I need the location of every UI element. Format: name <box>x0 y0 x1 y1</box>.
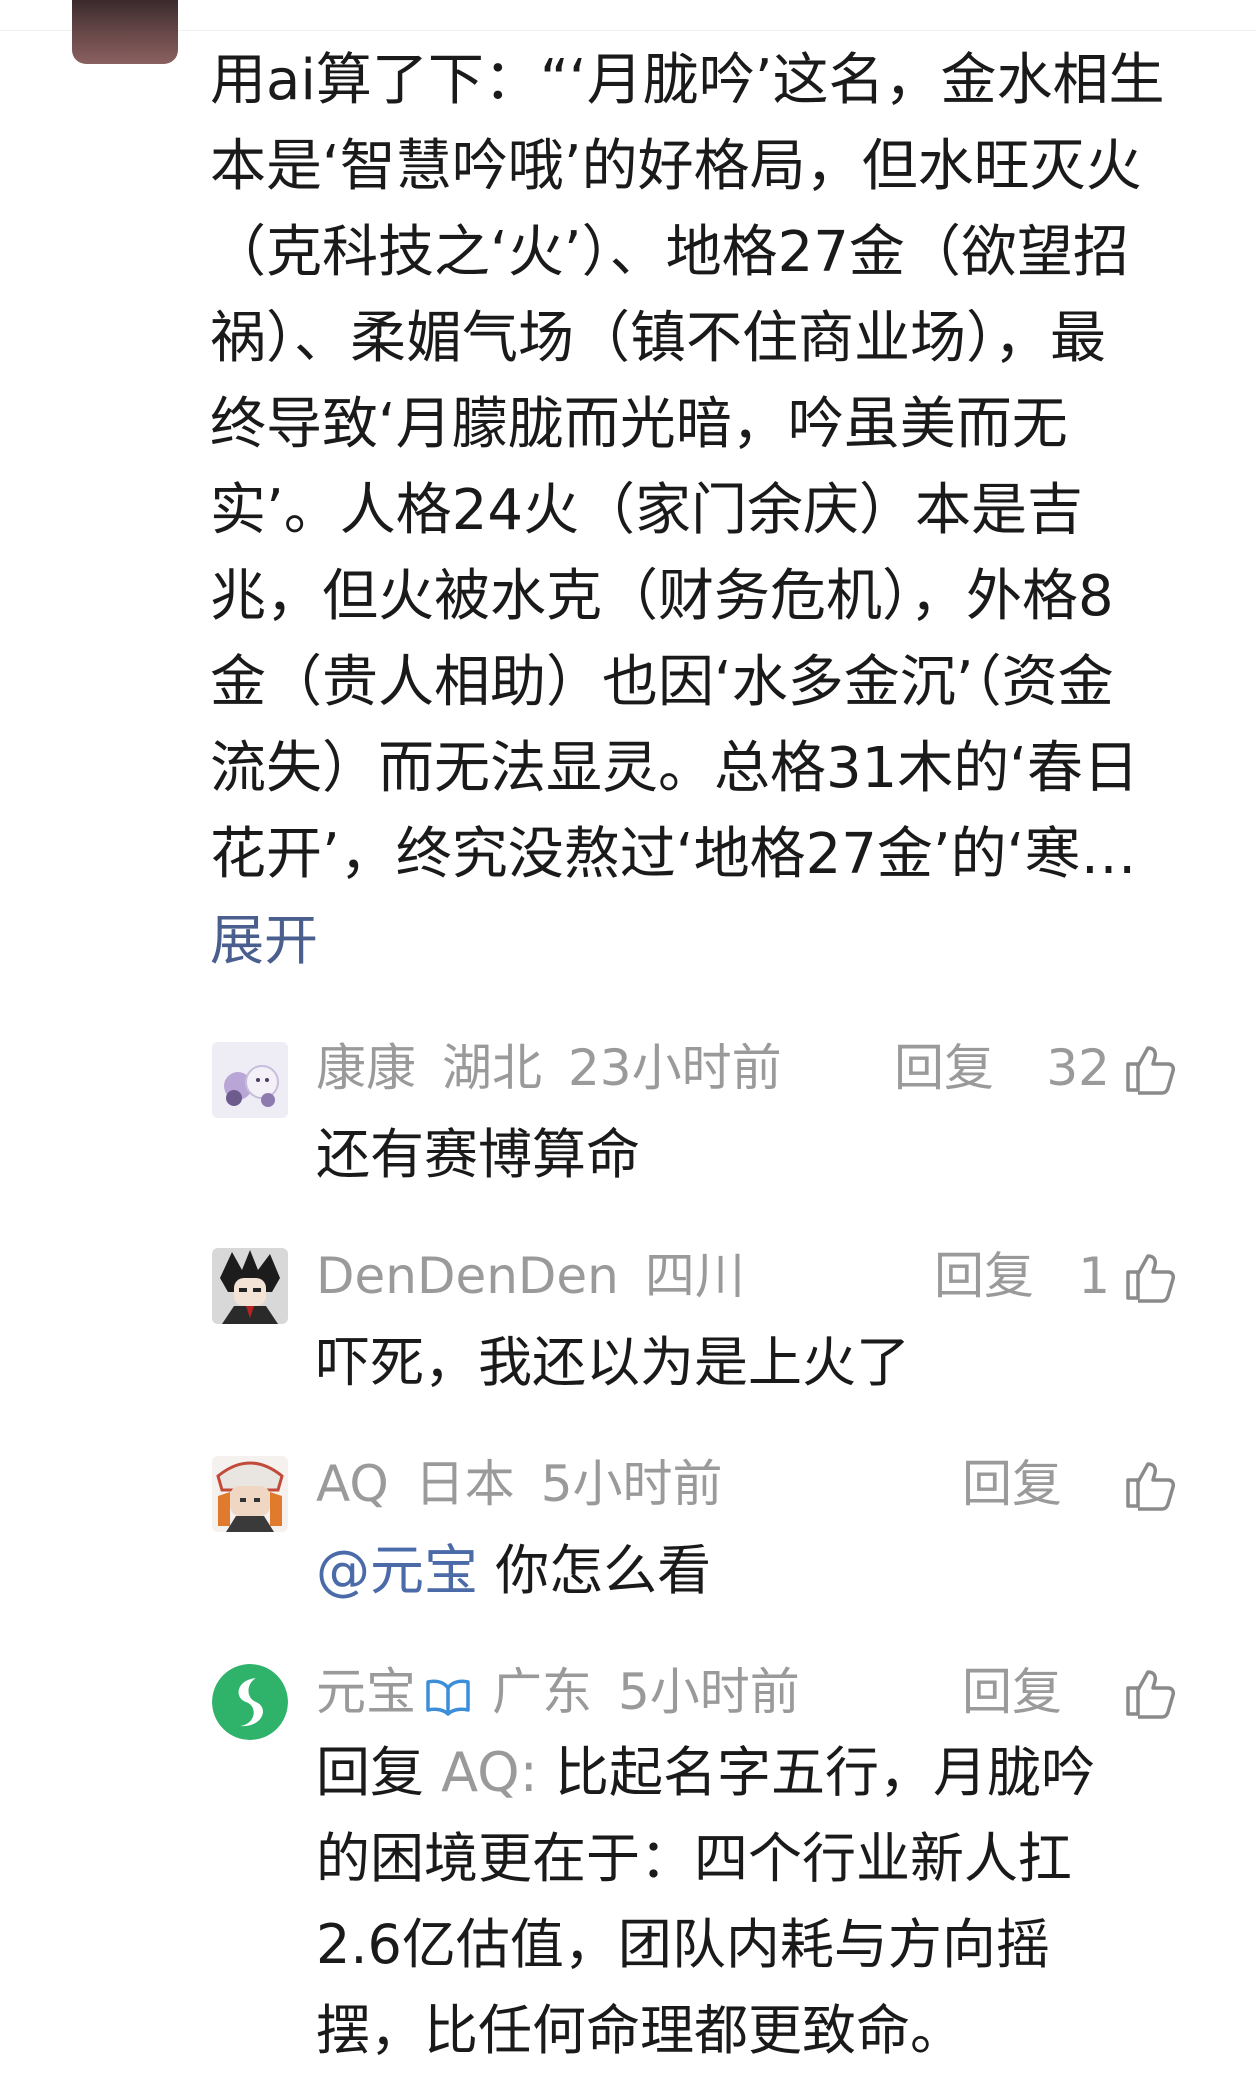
reply-text: 还有赛博算命 <box>316 1123 640 1186</box>
main-comment-text: 用ai算了下：“‘月胧吟’这名，金水相生 本是‘智慧吟哦’的好格局，但水旺灭火 … <box>210 38 1200 898</box>
reply-meta: 康康 湖北 23小时前 <box>316 1036 808 1100</box>
avatar[interactable] <box>212 1456 288 1532</box>
reply-meta: DenDenDen 四川 <box>316 1244 797 1308</box>
commenter-avatar[interactable] <box>72 0 178 64</box>
comment-line: 用ai算了下：“‘月胧吟’这名，金水相生 <box>210 48 1165 113</box>
avatar-anime-character-icon <box>212 1456 288 1532</box>
reply-text-line: 的困境更在于：四个行业新人扛 <box>316 1827 1072 1890</box>
reply-meta: AQ 日本 5小时前 <box>316 1452 749 1516</box>
comment-line: 金（贵人相助）也因‘水多金沉’（资金 <box>210 650 1114 715</box>
avatar[interactable] <box>212 1042 288 1118</box>
comment-line: 祸）、柔媚气场（镇不住商业场），最 <box>210 306 1106 371</box>
location: 日本 <box>414 1455 515 1513</box>
avatar-anime-character-icon <box>212 1248 288 1324</box>
top-divider <box>0 30 1256 31</box>
reply-text-line: 摆，比任何命理都更致命。 <box>316 1999 964 2062</box>
reply-button[interactable]: 回复 <box>962 1660 1062 1724</box>
location: 四川 <box>644 1247 745 1305</box>
reply-text-body: 比起名字五行，月胧吟 <box>537 1741 1096 1804</box>
comment-line: 流失）而无法显灵。总格31木的‘春日 <box>210 736 1140 801</box>
reply-text-line: 2.6亿估值，团队内耗与方向摇 <box>316 1913 1050 1976</box>
timestamp: 5小时前 <box>540 1455 723 1513</box>
reply-button[interactable]: 回复 <box>962 1452 1062 1516</box>
comment-line: 实’。人格24火（家门余庆）本是吉 <box>210 478 1084 543</box>
reply-text: @元宝 你怎么看 <box>316 1528 711 1614</box>
reply-text: 吓死，我还以为是上火了 <box>316 1331 910 1394</box>
open-book-badge-icon <box>426 1679 470 1716</box>
location: 湖北 <box>442 1039 542 1097</box>
reply-meta: 元宝 广东 5小时前 <box>316 1660 826 1724</box>
reply-button[interactable]: 回复 <box>894 1036 994 1100</box>
reply-prefix: 回复 <box>316 1741 442 1804</box>
thumbs-up-icon[interactable] <box>1122 1248 1178 1304</box>
timestamp: 23小时前 <box>568 1039 782 1097</box>
yuanbao-logo-icon <box>212 1664 288 1740</box>
username[interactable]: AQ <box>316 1455 389 1513</box>
reply-text-body: 你怎么看 <box>478 1539 712 1602</box>
comment-line: 花开’，终究没熬过‘地格27金’的‘寒… <box>210 822 1137 887</box>
comment-line: 终导致‘月朦胧而光暗，吟虽美而无 <box>210 392 1068 457</box>
avatar[interactable] <box>212 1664 288 1740</box>
comment-line: （克科技之‘火’）、地格27金（欲望招 <box>210 220 1129 285</box>
avatar[interactable] <box>212 1248 288 1324</box>
thumbs-up-icon[interactable] <box>1122 1664 1178 1720</box>
comment-line: 本是‘智慧吟哦’的好格局，但水旺灭火 <box>210 134 1142 199</box>
username[interactable]: 元宝 <box>316 1663 416 1721</box>
thumbs-up-icon[interactable] <box>1122 1456 1178 1512</box>
username[interactable]: DenDenDen <box>316 1247 619 1305</box>
avatar-anime-figures-icon <box>212 1042 288 1118</box>
reply-target[interactable]: AQ: <box>441 1741 538 1804</box>
like-count: 1 <box>1078 1247 1110 1305</box>
reply-button[interactable]: 回复 <box>934 1244 1034 1308</box>
mention-link[interactable]: @元宝 <box>316 1539 478 1602</box>
like-count: 32 <box>1046 1039 1110 1097</box>
expand-link[interactable]: 展开 <box>210 898 318 984</box>
reply-text-line: 回复 AQ: 比起名字五行，月胧吟 <box>316 1730 1095 1816</box>
comment-line: 兆，但火被水克（财务危机），外格8 <box>210 564 1114 629</box>
thumbs-up-icon[interactable] <box>1122 1040 1178 1096</box>
location: 广东 <box>492 1663 592 1721</box>
username[interactable]: 康康 <box>316 1039 416 1097</box>
timestamp: 5小时前 <box>618 1663 800 1721</box>
